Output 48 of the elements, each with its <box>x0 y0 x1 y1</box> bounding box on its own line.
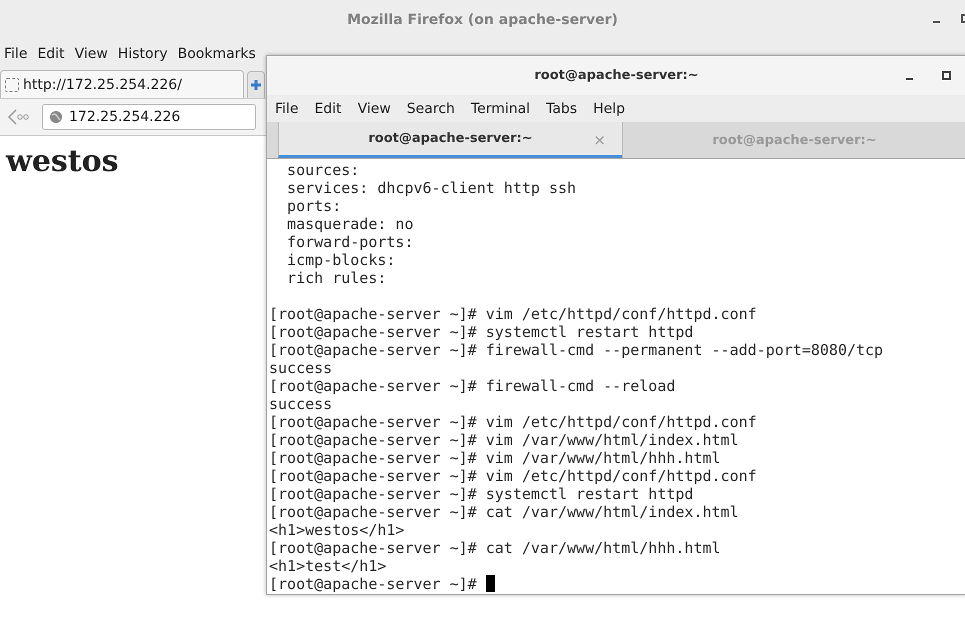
terminal-line: [root@apache-server ~]# vim /etc/httpd/conf/httpd.conf <box>269 467 757 485</box>
terminal-line: [root@apache-server ~]# vim /var/www/html/index.html <box>269 431 739 449</box>
menu-item[interactable]: Tabs <box>546 100 578 116</box>
menu-item[interactable]: History <box>118 46 168 62</box>
menu-item[interactable]: Help <box>593 100 625 116</box>
terminal-line: ports: <box>286 197 342 215</box>
text-cursor <box>486 575 495 592</box>
page-icon <box>5 78 19 92</box>
plus-icon[interactable] <box>250 79 262 91</box>
terminal-line: [root@apache-server ~]# vim /etc/httpd/conf/httpd.conf <box>269 305 757 323</box>
maximize-button[interactable] <box>940 69 952 81</box>
browser-tab[interactable]: http://172.25.254.226/ <box>0 70 244 98</box>
terminal-line: <h1>test</h1> <box>269 557 386 575</box>
terminal-line: services: dhcpv6-client http ssh <box>286 179 576 197</box>
terminal-line: [root@apache-server ~]# vim /var/www/html/hhh.html <box>269 449 721 467</box>
address-field[interactable]: 172.25.254.226 <box>42 104 256 130</box>
menu-item[interactable]: View <box>74 46 108 62</box>
menu-item[interactable]: Edit <box>314 100 342 116</box>
window-title: root@apache-server:~ <box>534 68 699 83</box>
terminal-line: icmp-blocks: <box>286 251 396 269</box>
terminal-line: success <box>269 359 332 377</box>
terminal-line: sources: <box>286 161 360 179</box>
terminal-line: [root@apache-server ~]# systemctl restart httpd <box>269 323 694 341</box>
new-tab-button[interactable] <box>247 71 265 98</box>
menu-item[interactable]: Terminal <box>470 100 530 116</box>
terminal-line: [root@apache-server ~]# firewall-cmd --permanent --add-port=8080/tcp <box>269 341 884 359</box>
menu-item[interactable]: File <box>275 100 298 116</box>
terminal-line: [root@apache-server ~]# vim /etc/httpd/conf/httpd.conf <box>269 413 757 431</box>
menu-item[interactable]: Bookmarks <box>178 46 256 62</box>
terminal-line: [root@apache-server ~]# firewall-cmd --reload <box>269 377 676 395</box>
terminal-line: <h1>westos</h1> <box>269 521 404 539</box>
back-button[interactable] <box>6 107 30 127</box>
globe-icon[interactable] <box>49 110 63 124</box>
menu-item[interactable]: File <box>4 46 28 62</box>
terminal-line: rich rules: <box>286 269 386 287</box>
terminal-line: forward-ports: <box>286 233 414 251</box>
window-title: Mozilla Firefox (on apache-server) <box>347 12 618 28</box>
terminal-line: [root@apache-server ~]# systemctl restart httpd <box>269 485 694 503</box>
terminal-line: success <box>269 395 332 413</box>
menu-item[interactable]: Search <box>406 100 455 116</box>
terminal-line: [root@apache-server ~]# <box>269 575 478 593</box>
page-heading: westos <box>6 144 119 179</box>
terminal-line: masquerade: no <box>286 215 414 233</box>
menu-item[interactable]: Edit <box>37 46 65 62</box>
terminal-line: [root@apache-server ~]# cat /var/www/html/hhh.html <box>269 539 721 557</box>
terminal-tab[interactable]: root@apache-server:~ × <box>278 122 622 158</box>
menu-item[interactable]: View <box>358 100 391 116</box>
terminal-line: [root@apache-server ~]# cat /var/www/html/index.html <box>269 503 739 521</box>
